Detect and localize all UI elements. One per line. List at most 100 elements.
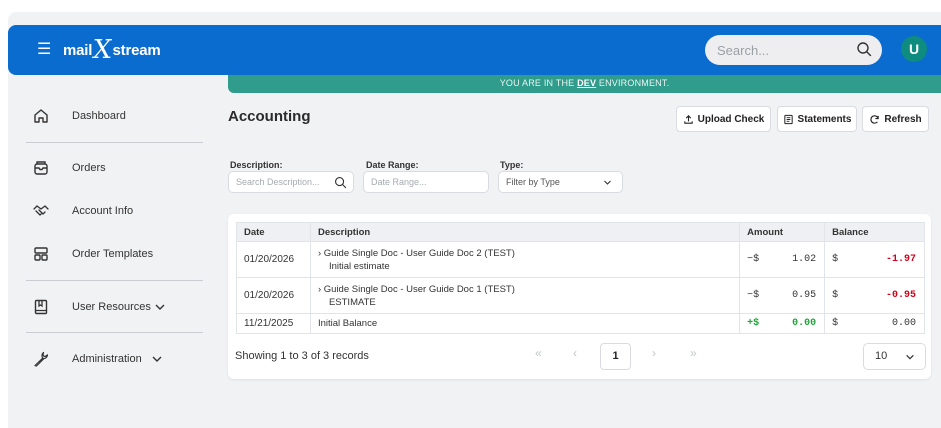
column-header-balance[interactable]: Balance (824, 222, 925, 242)
logo-x: X (91, 35, 114, 65)
date-range-label: Date Range: (366, 160, 419, 170)
top-bar: ☰ mailXstream U (8, 25, 941, 75)
description-filter-input[interactable] (229, 172, 329, 192)
sidebar-item-label: Order Templates (72, 248, 154, 260)
env-banner-env: DEV (577, 78, 597, 88)
search-input[interactable] (705, 35, 845, 65)
sidebar-item-administration[interactable]: Administration (8, 342, 211, 376)
sidebar-item-user-resources[interactable]: User Resources (8, 290, 211, 324)
row-date: 01/20/2026 (236, 277, 311, 314)
page-title: Accounting (228, 108, 311, 125)
wrench-icon (34, 351, 49, 367)
amount-value: 1.02 (792, 254, 817, 265)
chevron-down-icon (152, 356, 162, 362)
amount-value: 0.00 (792, 318, 817, 329)
type-filter-label: Type: (500, 160, 524, 170)
global-search (705, 35, 882, 65)
first-page-button[interactable]: « (535, 346, 542, 360)
sidebar-item-account-info[interactable]: Account Info (8, 194, 211, 228)
row-description: › Guide Single Doc - User Guide Doc 1 (T… (309, 277, 741, 314)
row-description: Initial Balance (309, 313, 741, 334)
amount-sign: −$ (747, 290, 760, 301)
sidebar-item-label: Dashboard (72, 110, 126, 122)
current-page-button[interactable]: 1 (600, 343, 631, 370)
row-amount: −$ 0.95 (739, 277, 826, 314)
sidebar: Dashboard Orders Account Info Order Temp… (8, 75, 211, 428)
sidebar-item-label: Account Info (72, 205, 134, 217)
balance-value: -1.97 (885, 254, 916, 265)
sidebar-item-label: User Resources (72, 301, 151, 313)
row-amount: +$ 0.00 (739, 313, 826, 334)
page-size-select[interactable]: 10 (863, 343, 926, 370)
date-range-input[interactable] (364, 172, 488, 192)
column-header-amount[interactable]: Amount (739, 222, 826, 242)
environment-banner: YOU ARE IN THE DEV ENVIRONMENT. (228, 75, 941, 93)
sidebar-divider (26, 142, 203, 143)
hamburger-menu-icon[interactable]: ☰ (37, 41, 51, 59)
amount-value: 0.95 (792, 290, 817, 301)
row-description-title: Initial Balance (317, 318, 378, 329)
date-range-filter (363, 171, 489, 193)
sidebar-item-label: Orders (72, 162, 106, 174)
row-description-note: ESTIMATE (328, 296, 376, 308)
balance-sign: $ (832, 254, 839, 265)
column-header-date[interactable]: Date (236, 222, 311, 242)
table-row[interactable]: 11/21/2025 Initial Balance +$ 0.00 $0.00 (236, 313, 925, 334)
logo-text-right: stream (112, 41, 161, 59)
user-avatar[interactable]: U (901, 36, 927, 62)
upload-icon (683, 114, 693, 124)
prev-page-button[interactable]: ‹ (573, 346, 577, 360)
sidebar-item-dashboard[interactable]: Dashboard (8, 99, 211, 133)
env-banner-prefix: YOU ARE IN THE (499, 78, 575, 88)
row-balance: $0.00 (824, 313, 925, 334)
sidebar-divider (26, 280, 203, 281)
description-filter (228, 171, 354, 193)
upload-check-button[interactable]: Upload Check (676, 106, 771, 132)
next-page-button[interactable]: › (652, 346, 656, 360)
refresh-icon (870, 114, 880, 124)
env-banner-suffix: ENVIRONMENT. (598, 78, 670, 88)
row-description: › Guide Single Doc - User Guide Doc 2 (T… (309, 241, 741, 278)
table-header-row: Date Description Amount Balance (236, 222, 925, 242)
records-summary: Showing 1 to 3 of 3 records (235, 350, 369, 362)
handshake-icon (33, 205, 49, 216)
refresh-label: Refresh (884, 113, 922, 125)
column-header-description[interactable]: Description (309, 222, 741, 242)
balance-sign: $ (832, 318, 839, 329)
refresh-button[interactable]: Refresh (862, 106, 929, 132)
statements-button[interactable]: Statements (777, 106, 857, 132)
balance-value: 0.00 (891, 318, 916, 329)
balance-value: -0.95 (885, 290, 916, 301)
amount-sign: −$ (747, 254, 760, 265)
chevron-down-icon (155, 304, 165, 310)
search-icon[interactable] (856, 41, 872, 57)
page-size-value: 10 (875, 350, 888, 362)
mailxstream-logo[interactable]: mail Xstream (63, 35, 161, 65)
chevron-down-icon (906, 354, 914, 360)
sidebar-item-order-templates[interactable]: Order Templates (8, 237, 211, 271)
table-row[interactable]: 01/20/2026 › Guide Single Doc - User Gui… (236, 241, 925, 278)
row-amount: −$ 1.02 (739, 241, 826, 278)
accounting-table: Date Description Amount Balance 01/20/20… (236, 222, 925, 334)
last-page-button[interactable]: » (690, 346, 697, 360)
search-icon[interactable] (334, 176, 347, 189)
sidebar-item-orders[interactable]: Orders (8, 151, 211, 185)
description-filter-label: Description: (230, 160, 283, 170)
type-filter-select[interactable]: Filter by Type (498, 171, 623, 193)
amount-sign: +$ (747, 318, 760, 329)
template-icon (34, 247, 48, 261)
home-icon (34, 109, 48, 123)
row-balance: $ -0.95 (824, 277, 925, 314)
balance-sign: $ (832, 290, 839, 301)
statements-label: Statements (797, 113, 852, 125)
table-row[interactable]: 01/20/2026 › Guide Single Doc - User Gui… (236, 277, 925, 314)
upload-check-label: Upload Check (697, 113, 765, 125)
book-icon (34, 299, 48, 315)
row-date: 01/20/2026 (236, 241, 311, 278)
row-balance: $ -1.97 (824, 241, 925, 278)
row-description-title: Guide Single Doc - User Guide Doc 1 (TES… (323, 283, 515, 295)
logo-text-left: mail (63, 41, 93, 59)
row-description-title: Guide Single Doc - User Guide Doc 2 (TES… (323, 247, 515, 259)
sidebar-item-label: Administration (72, 353, 142, 365)
chevron-down-icon (604, 180, 611, 185)
